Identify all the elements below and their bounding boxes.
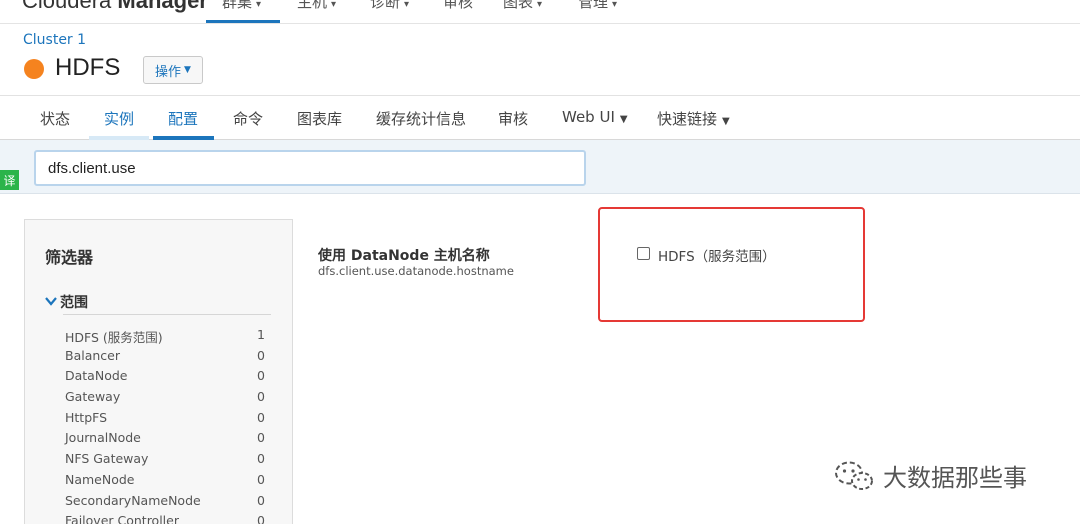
filter-item-count: 0 — [257, 389, 265, 405]
filter-item-count: 0 — [257, 368, 265, 384]
filter-item-label: HDFS (服务范围) — [65, 330, 163, 345]
filter-title: 筛选器 — [45, 248, 94, 267]
caret-down-icon: ▼ — [184, 65, 191, 75]
brand-text: Cloudera — [22, 0, 118, 13]
wechat-icon — [835, 461, 873, 490]
nav-hosts-label: 主机 — [297, 0, 328, 11]
hdfs-service-scope-checkbox[interactable] — [637, 247, 650, 260]
filter-item-label: JournalNode — [65, 430, 141, 446]
brand-logo[interactable]: Cloudera Manager — [22, 0, 208, 14]
service-tabs: 状态 实例 配置 命令 图表库 缓存统计信息 审核 Web UI ▼ 快速链接 ▼ — [0, 95, 1080, 140]
filter-item-label: Gateway — [65, 389, 121, 405]
filter-item-count: 1 — [257, 327, 265, 342]
filter-item-balancer[interactable]: Balancer 0 — [65, 348, 265, 369]
caret-down-icon: ▾ — [612, 0, 618, 10]
filter-item-gateway[interactable]: Gateway 0 — [65, 389, 265, 410]
caret-down-icon: ▾ — [331, 0, 337, 10]
config-property-label: 使用 DataNode 主机名称 — [318, 248, 490, 264]
filter-item-datanode[interactable]: DataNode 0 — [65, 368, 265, 389]
actions-dropdown-button[interactable]: 操作 ▼ — [143, 56, 203, 84]
config-property-key: dfs.client.use.datanode.hostname — [318, 264, 514, 278]
tab-chart-library[interactable]: 图表库 — [297, 108, 342, 129]
caret-down-icon: ▼ — [619, 114, 628, 125]
filter-item-namenode[interactable]: NameNode 0 — [65, 472, 265, 493]
filter-item-count: 0 — [257, 409, 265, 425]
filter-item-label: NameNode — [65, 471, 135, 487]
nav-administration[interactable]: 管理 ▾ — [578, 0, 617, 12]
config-search-bar — [0, 140, 1080, 194]
filter-item-secondarynamenode[interactable]: SecondaryNameNode 0 — [65, 493, 265, 514]
nav-charts[interactable]: 图表 ▾ — [503, 0, 542, 12]
nav-clusters[interactable]: 群集 ▾ — [222, 0, 261, 12]
filter-item-label: DataNode — [65, 368, 128, 384]
tab-quick-links[interactable]: 快速链接 ▼ — [657, 108, 730, 129]
top-navbar: Cloudera Manager 群集 ▾ 主机 ▾ 诊断 ▾ 审核 图表 ▾ 管理 ▾ — [0, 0, 1080, 24]
page-title: HDFS — [55, 54, 121, 81]
filter-item-hdfs-service[interactable]: HDFS (服务范围) 1 — [65, 327, 265, 348]
filter-item-count: 0 — [257, 347, 265, 363]
filter-panel: 筛选器 范围 HDFS (服务范围) 1 Balancer 0 DataNode 0 … — [24, 219, 293, 524]
nav-hosts[interactable]: 主机 ▾ — [297, 0, 336, 12]
filter-item-nfs-gateway[interactable]: NFS Gateway 0 — [65, 451, 265, 472]
filter-item-journalnode[interactable]: JournalNode 0 — [65, 430, 265, 451]
watermark-text: 大数据那些事 — [883, 464, 1027, 492]
filter-item-label: Failover Controller — [65, 513, 179, 524]
config-search-input[interactable] — [34, 150, 586, 186]
scope-filter-toggle[interactable]: 范围 — [45, 292, 88, 312]
filter-item-count: 0 — [257, 513, 265, 524]
nav-audits-label: 审核 — [443, 0, 474, 11]
service-status-icon — [24, 59, 44, 79]
filter-item-count: 0 — [257, 451, 265, 467]
tab-instances[interactable]: 实例 — [104, 108, 134, 129]
tab-commands[interactable]: 命令 — [233, 108, 263, 129]
nav-diagnostics[interactable]: 诊断 ▾ — [370, 0, 409, 12]
tab-configuration[interactable]: 配置 — [168, 108, 198, 129]
divider — [63, 314, 271, 315]
tab-quick-links-label: 快速链接 — [657, 110, 718, 128]
filter-item-label: NFS Gateway — [65, 451, 149, 467]
translate-badge[interactable]: 译 — [0, 170, 19, 190]
nav-administration-label: 管理 — [578, 0, 609, 11]
caret-down-icon: ▼ — [722, 116, 730, 127]
breadcrumb-cluster[interactable]: Cluster 1 — [23, 32, 86, 48]
brand-text-bold: Manager — [117, 0, 208, 13]
nav-diagnostics-label: 诊断 — [370, 0, 401, 11]
filter-item-count: 0 — [257, 430, 265, 446]
actions-button-label: 操作 — [155, 64, 182, 80]
tab-web-ui[interactable]: Web UI ▼ — [562, 108, 628, 126]
filter-item-failover-controller[interactable]: Failover Controller 0 — [65, 513, 265, 524]
chevron-down-icon — [45, 295, 57, 309]
caret-down-icon: ▾ — [404, 0, 410, 10]
nav-clusters-label: 群集 — [222, 0, 253, 11]
filter-item-label: Balancer — [65, 347, 120, 363]
scope-filter-list: HDFS (服务范围) 1 Balancer 0 DataNode 0 Gateway… — [65, 327, 265, 524]
filter-item-label: HttpFS — [65, 409, 108, 425]
nav-audits[interactable]: 审核 — [443, 0, 473, 12]
nav-active-indicator — [206, 20, 280, 23]
tab-cache-statistics[interactable]: 缓存统计信息 — [376, 108, 466, 129]
tab-status[interactable]: 状态 — [40, 108, 70, 129]
filter-item-httpfs[interactable]: HttpFS 0 — [65, 410, 265, 431]
tab-audits[interactable]: 审核 — [498, 108, 528, 129]
filter-item-count: 0 — [257, 471, 265, 487]
nav-charts-label: 图表 — [503, 0, 534, 11]
filter-item-label: SecondaryNameNode — [65, 492, 201, 508]
caret-down-icon: ▾ — [537, 0, 543, 10]
filter-item-count: 0 — [257, 492, 265, 508]
hdfs-service-scope-label[interactable]: HDFS（服务范围） — [658, 245, 776, 265]
wechat-watermark: 大数据那些事 — [833, 458, 1027, 493]
tab-web-ui-label: Web UI — [562, 108, 615, 126]
scope-filter-label: 范围 — [60, 295, 88, 311]
caret-down-icon: ▾ — [256, 0, 262, 10]
